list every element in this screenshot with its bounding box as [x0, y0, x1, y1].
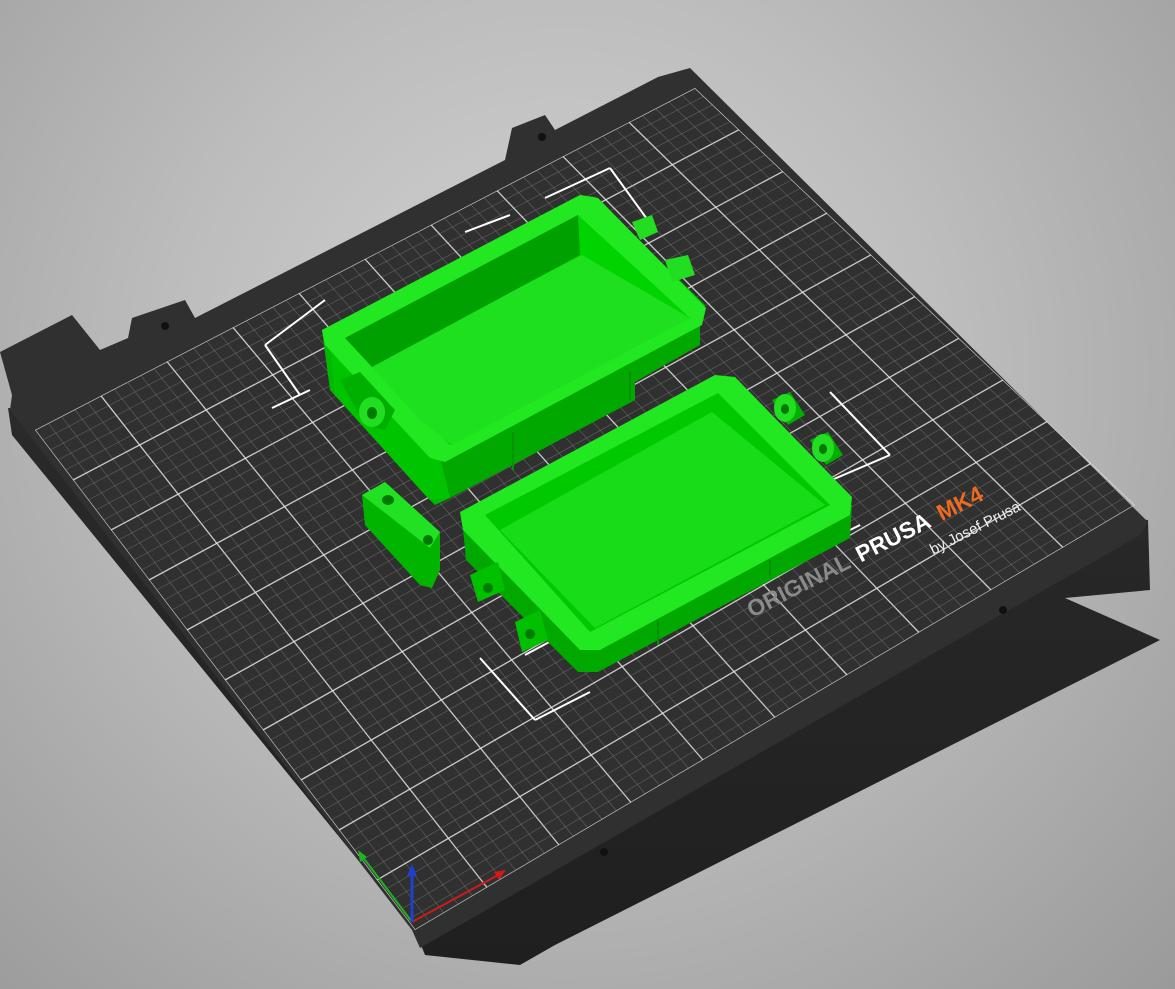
bed-hole-icon	[999, 606, 1007, 614]
hinge-clip-hole-icon	[423, 535, 433, 545]
bed-hole-icon	[161, 322, 169, 330]
scene-canvas[interactable]: ORIGINAL PRUSA MK4 by Josef Prusa	[0, 0, 1175, 989]
bed-hole-icon	[538, 133, 546, 141]
bed-hole-icon	[600, 848, 608, 856]
3d-viewport[interactable]: ORIGINAL PRUSA MK4 by Josef Prusa	[0, 0, 1175, 989]
hinge-clip-hole-icon	[382, 495, 394, 505]
